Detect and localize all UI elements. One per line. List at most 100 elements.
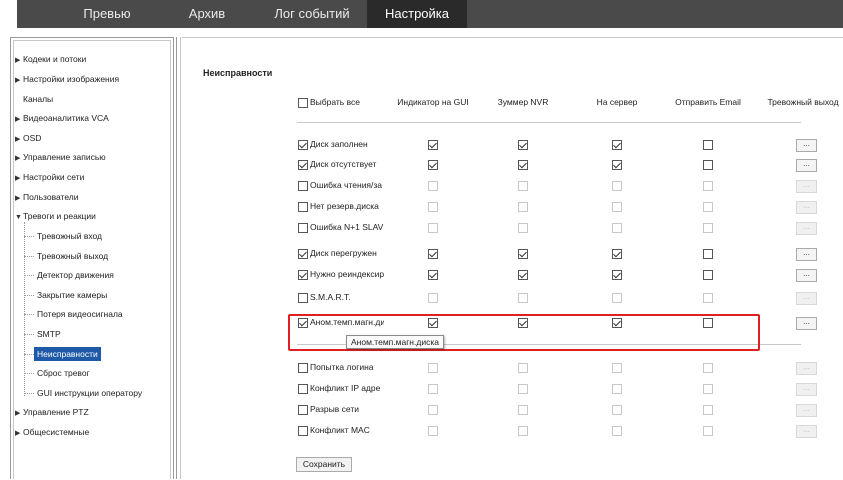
action-checkbox: [428, 405, 438, 415]
action-checkbox[interactable]: [428, 270, 438, 280]
action-checkbox: [612, 293, 622, 303]
action-checkbox[interactable]: [612, 140, 622, 150]
row-checkbox[interactable]: [298, 181, 308, 191]
action-checkbox[interactable]: [518, 160, 528, 170]
row-label: Нет резерв.диска: [310, 201, 379, 211]
row-label: Ошибка чтения/за: [310, 180, 383, 190]
row-checkbox[interactable]: [298, 223, 308, 233]
action-checkbox[interactable]: [428, 249, 438, 259]
action-checkbox: [703, 293, 713, 303]
tab-event-log[interactable]: Лог событий: [262, 0, 362, 28]
alarm-output-settings-button: ...: [796, 180, 817, 193]
alarm-output-settings-button: ...: [796, 201, 817, 214]
alarm-output-settings-button[interactable]: ...: [796, 139, 817, 152]
action-checkbox[interactable]: [703, 270, 713, 280]
sidebar-item-3[interactable]: ▶ Видеоаналитика VCA: [15, 111, 109, 125]
action-checkbox: [612, 181, 622, 191]
action-checkbox: [703, 384, 713, 394]
column-header-nvr-buzzer: Зуммер NVR: [497, 97, 549, 107]
tab-settings[interactable]: Настройка: [367, 0, 467, 28]
action-checkbox[interactable]: [518, 140, 528, 150]
sidebar-subitem-8[interactable]: GUI инструкции оператору: [37, 386, 142, 400]
sidebar-subitem-5[interactable]: SMTP: [37, 327, 61, 341]
sidebar-subitem-1[interactable]: Тревожный выход: [37, 249, 108, 263]
row-checkbox[interactable]: [298, 202, 308, 212]
row-checkbox[interactable]: [298, 270, 308, 280]
chevron-right-icon: ▶: [15, 136, 21, 143]
alarm-output-settings-button: ...: [796, 404, 817, 417]
alarm-output-settings-button: ...: [796, 383, 817, 396]
alarm-output-settings-button[interactable]: ...: [796, 159, 817, 172]
action-checkbox: [518, 202, 528, 212]
action-checkbox: [428, 293, 438, 303]
alarm-output-settings-button: ...: [796, 292, 817, 305]
sidebar-subitem-3[interactable]: Закрытие камеры: [37, 288, 107, 302]
sidebar-item-label: Общесистемные: [23, 427, 90, 437]
sidebar-subitem-6[interactable]: Неисправности: [34, 347, 101, 361]
row-label: Диск заполнен: [310, 139, 368, 149]
sidebar-item-label: Управление записью: [23, 152, 106, 162]
action-checkbox: [703, 223, 713, 233]
sidebar-subitem-2[interactable]: Детектор движения: [37, 268, 114, 282]
action-checkbox[interactable]: [612, 249, 622, 259]
action-checkbox[interactable]: [428, 140, 438, 150]
row-checkbox[interactable]: [298, 293, 308, 303]
action-checkbox: [703, 405, 713, 415]
chevron-down-icon: ▼: [15, 214, 22, 221]
row-checkbox[interactable]: [298, 140, 308, 150]
alarm-output-settings-button[interactable]: ...: [796, 248, 817, 261]
sidebar-item-label: Пользователи: [23, 192, 79, 202]
action-checkbox[interactable]: [703, 160, 713, 170]
alarm-output-settings-button[interactable]: ...: [796, 317, 817, 330]
panel-splitter[interactable]: [176, 37, 181, 479]
select-all-label: Выбрать все: [310, 97, 360, 107]
sidebar-item-2[interactable]: Каналы: [15, 92, 53, 106]
action-checkbox[interactable]: [703, 249, 713, 259]
sidebar-subitem-0[interactable]: Тревожный вход: [37, 229, 102, 243]
sidebar-item-5[interactable]: ▶ Управление записью: [15, 150, 106, 164]
action-checkbox[interactable]: [518, 249, 528, 259]
column-header-send-email: Отправить Email: [675, 97, 741, 107]
sidebar-subitem-7[interactable]: Сброс тревог: [37, 366, 90, 380]
sidebar-item-8[interactable]: ▼Тревоги и реакции: [15, 209, 96, 223]
action-checkbox: [703, 202, 713, 212]
row-checkbox[interactable]: [298, 160, 308, 170]
section-title: Неисправности: [203, 68, 273, 78]
tab-preview[interactable]: Превью: [57, 0, 157, 28]
alarm-output-settings-button[interactable]: ...: [796, 269, 817, 282]
action-checkbox[interactable]: [703, 140, 713, 150]
action-checkbox[interactable]: [428, 160, 438, 170]
row-checkbox[interactable]: [298, 249, 308, 259]
alarm-output-settings-button: ...: [796, 425, 817, 438]
sidebar-item-4[interactable]: ▶ OSD: [15, 131, 41, 145]
save-button[interactable]: Сохранить: [296, 457, 352, 472]
alarm-output-settings-button: ...: [796, 222, 817, 235]
action-checkbox[interactable]: [518, 270, 528, 280]
action-checkbox[interactable]: [612, 160, 622, 170]
row-checkbox[interactable]: [298, 384, 308, 394]
action-checkbox: [518, 426, 528, 436]
row-checkbox[interactable]: [298, 363, 308, 373]
sidebar-subitem-4[interactable]: Потеря видеосигнала: [37, 307, 123, 321]
sidebar-item-0[interactable]: ▶ Кодеки и потоки: [15, 52, 86, 66]
action-checkbox: [518, 181, 528, 191]
sidebar-item-1[interactable]: ▶ Настройки изображения: [15, 72, 119, 86]
action-checkbox: [518, 384, 528, 394]
row-checkbox[interactable]: [298, 405, 308, 415]
sidebar-bottom-item-0[interactable]: ▶ Управление PTZ: [15, 405, 89, 419]
select-all-checkbox[interactable]: [298, 98, 308, 108]
sidebar-item-7[interactable]: ▶ Пользователи: [15, 190, 78, 204]
chevron-right-icon: ▶: [15, 57, 21, 64]
row-checkbox[interactable]: [298, 426, 308, 436]
sidebar-item-label: Настройки сети: [23, 172, 85, 182]
sidebar-item-label: Тревоги и реакции: [23, 211, 96, 221]
tooltip: Аном.темп.магн.диска: [346, 335, 444, 349]
sidebar-item-label: Кодеки и потоки: [23, 54, 87, 64]
action-checkbox[interactable]: [612, 270, 622, 280]
action-checkbox: [518, 293, 528, 303]
sidebar-item-6[interactable]: ▶ Настройки сети: [15, 170, 84, 184]
main-navigation: Превью Архив Лог событий Настройка: [17, 0, 843, 28]
action-checkbox: [703, 426, 713, 436]
tab-archive[interactable]: Архив: [172, 0, 242, 28]
sidebar-bottom-item-1[interactable]: ▶ Общесистемные: [15, 425, 89, 439]
